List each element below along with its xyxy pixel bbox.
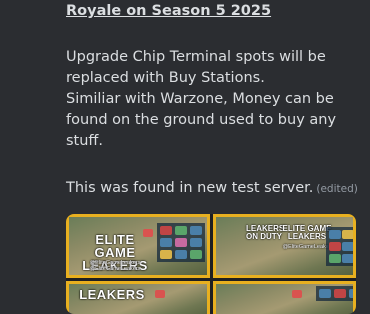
image-attachment-gallery: ELITE GAME LEAKERS @EliteGameLeakers @El… (66, 214, 356, 314)
watermark-side: LEAKERS ON DUTY (246, 225, 284, 241)
crate-marker (155, 290, 165, 298)
crate-marker (292, 290, 302, 298)
paragraph-line: found on the ground used to buy any (66, 112, 337, 128)
paragraph-line: Upgrade Chip Terminal spots will be (66, 49, 326, 65)
watermark-line: LEAKERS (287, 232, 327, 241)
attachment-image-2[interactable]: LEAKERS ON DUTY ELITE GAME LEAKERS @Elit… (213, 214, 356, 278)
edited-label: (edited) (316, 183, 358, 195)
attachment-image-1[interactable]: ELITE GAME LEAKERS @EliteGameLeakers @El… (66, 214, 210, 278)
paragraph-text: This was found in new test server. (66, 180, 314, 196)
watermark-handle: @EliteGameLeakers @EliteGameLeakers (73, 260, 157, 272)
watermark-line: @EliteGameLeakers (89, 265, 141, 272)
paragraph-line: Similiar with Warzone, Money can be (66, 91, 334, 107)
watermark-line: ELITE GAME (94, 232, 136, 260)
buy-station-menu-graphic (157, 223, 205, 262)
attachment-image-4[interactable] (213, 281, 356, 314)
buy-station-menu-graphic (326, 227, 353, 266)
watermark-bottom: LEAKERS (79, 287, 145, 302)
message-paragraph-2: This was found in new test server. (edite… (66, 178, 360, 200)
paragraph-line: replaced with Buy Stations. (66, 70, 265, 86)
message-content: Royale on Season 5 2025 Upgrade Chip Ter… (66, 0, 360, 200)
buy-station-menu-graphic (316, 286, 353, 301)
paragraph-line: stuff. (66, 133, 104, 149)
message-paragraph-1: Upgrade Chip Terminal spots will be repl… (66, 47, 360, 152)
watermark-side-title: ELITE GAME LEAKERS (282, 225, 332, 241)
message-title: Royale on Season 5 2025 (66, 3, 272, 19)
watermark-line: ON DUTY (246, 232, 282, 241)
attachment-image-3[interactable]: LEAKERS (66, 281, 210, 314)
